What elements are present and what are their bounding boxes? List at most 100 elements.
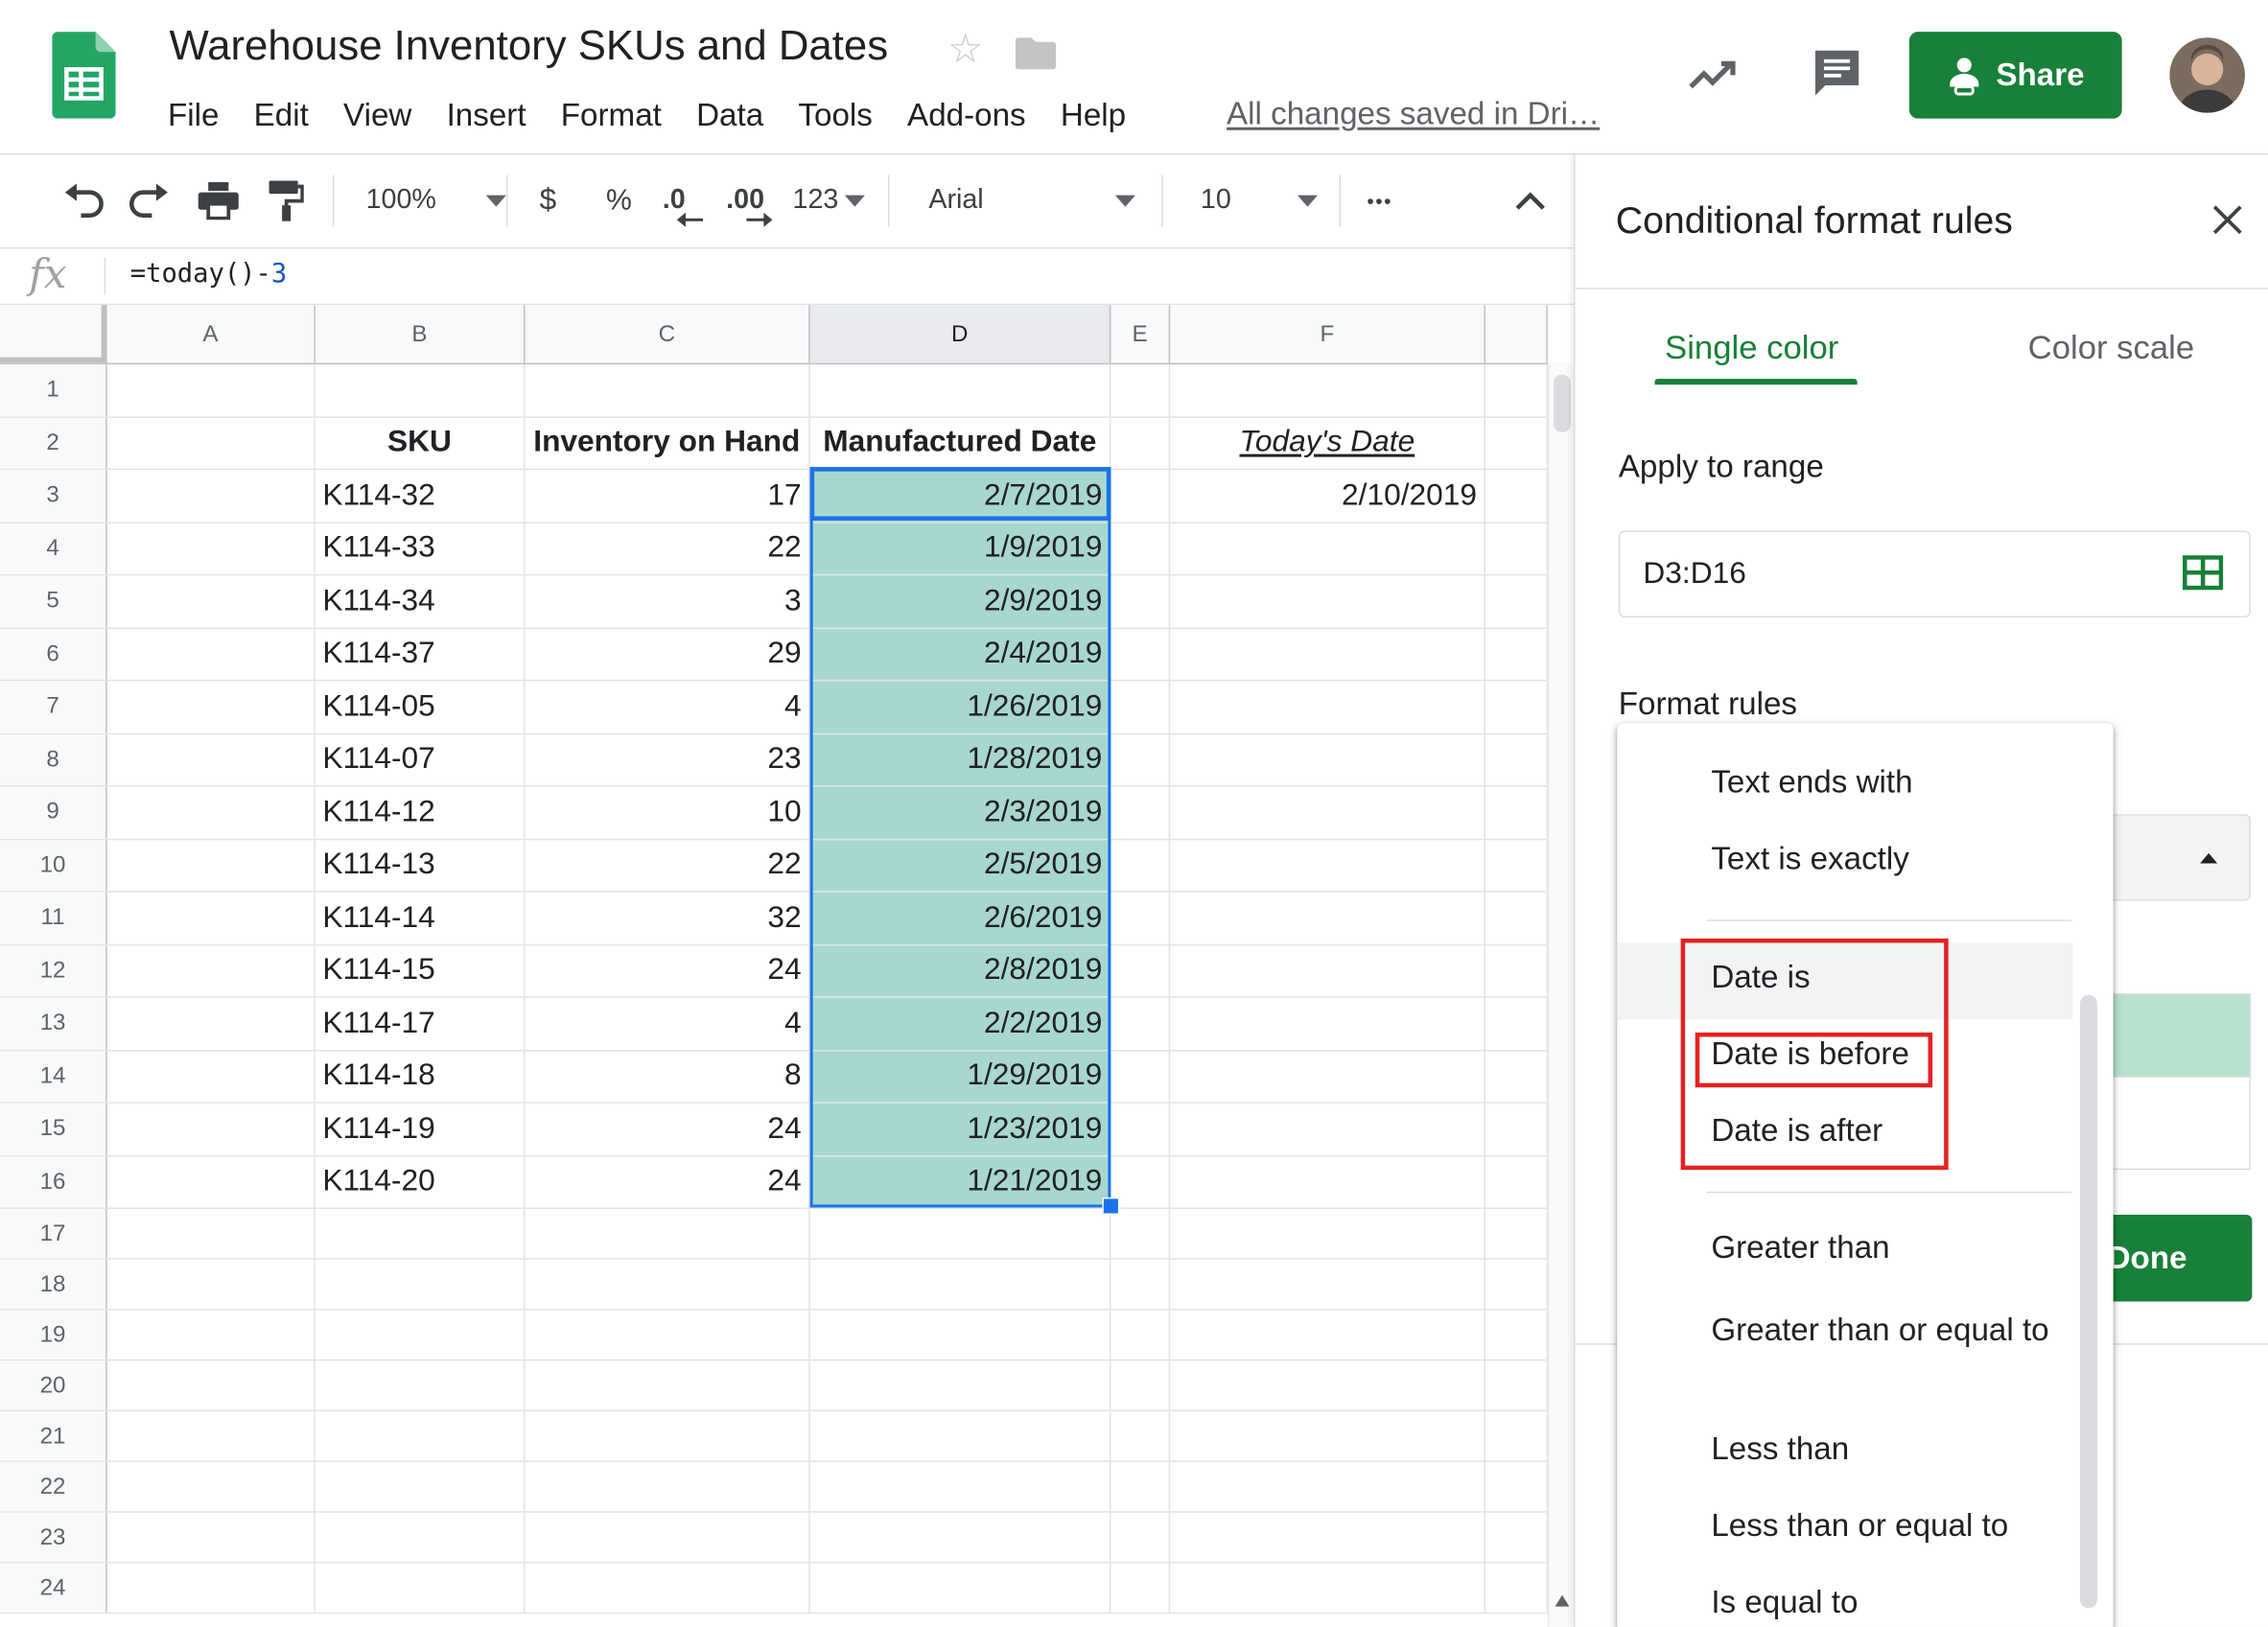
cell-c15[interactable]: 24 — [526, 1103, 810, 1155]
cell-a7[interactable] — [107, 681, 316, 732]
cell-e15[interactable] — [1111, 1103, 1171, 1155]
select-range-grid-icon[interactable] — [2183, 555, 2224, 597]
cell-f16[interactable] — [1170, 1155, 1486, 1208]
column-header-d[interactable]: D — [809, 305, 1111, 363]
cell-a21[interactable] — [107, 1411, 316, 1461]
cell-g10[interactable] — [1485, 839, 1548, 892]
cell-f22[interactable] — [1170, 1461, 1486, 1512]
folder-icon[interactable] — [1015, 37, 1057, 77]
cell-a24[interactable] — [107, 1563, 316, 1613]
cell-c9[interactable]: 10 — [526, 786, 810, 839]
column-header-b[interactable]: B — [316, 305, 526, 363]
cell-c10[interactable]: 22 — [526, 839, 810, 892]
dropdown-scrollbar[interactable] — [2079, 994, 2098, 1609]
cell-g8[interactable] — [1485, 733, 1548, 786]
cell-g24[interactable] — [1485, 1563, 1548, 1613]
cell-c21[interactable] — [526, 1411, 810, 1461]
option-greater-than-or-equal[interactable]: Greater than or equal to — [1617, 1306, 2050, 1354]
cell-e4[interactable] — [1111, 523, 1171, 574]
cell-d23[interactable] — [810, 1512, 1111, 1562]
save-status-link[interactable]: All changes saved in Dri… — [1227, 96, 1600, 133]
done-button[interactable]: Done — [2110, 1214, 2253, 1302]
cell-g2[interactable] — [1485, 417, 1548, 469]
user-avatar[interactable] — [2169, 37, 2245, 113]
cell-a4[interactable] — [107, 523, 316, 574]
column-header-c[interactable]: C — [526, 305, 810, 363]
cell-b5[interactable]: K114-34 — [316, 575, 526, 627]
comment-icon[interactable] — [1811, 46, 1862, 105]
cell-d1[interactable] — [810, 364, 1111, 416]
cell-b17[interactable] — [316, 1208, 526, 1259]
menu-help[interactable]: Help — [1061, 97, 1126, 134]
row-header[interactable]: 16 — [0, 1155, 107, 1208]
collapse-toolbar-icon[interactable] — [1514, 154, 1546, 247]
row-header[interactable]: 18 — [0, 1259, 107, 1310]
cell-b23[interactable] — [316, 1512, 526, 1562]
cell-a23[interactable] — [107, 1512, 316, 1562]
cell-e20[interactable] — [1111, 1360, 1171, 1410]
cell-c22[interactable] — [526, 1461, 810, 1512]
format-style-preview[interactable] — [2110, 993, 2251, 1078]
cell-f12[interactable] — [1170, 944, 1486, 997]
cell-b24[interactable] — [316, 1563, 526, 1613]
option-less-than-or-equal[interactable]: Less than or equal to — [1617, 1507, 2072, 1545]
cell-a2[interactable] — [107, 417, 316, 469]
option-text-is-exactly[interactable]: Text is exactly — [1617, 840, 2072, 877]
cell-f18[interactable] — [1170, 1259, 1486, 1310]
cell-a3[interactable] — [107, 470, 316, 522]
tab-color-scale[interactable]: Color scale — [2028, 328, 2195, 367]
row-header[interactable]: 7 — [0, 681, 107, 732]
cell-b9[interactable]: K114-12 — [316, 786, 526, 839]
cell-d16[interactable]: 1/21/2019 — [809, 1155, 1111, 1208]
cell-e23[interactable] — [1111, 1512, 1171, 1562]
cell-b12[interactable]: K114-15 — [316, 944, 526, 997]
zoom-select[interactable]: 100% — [366, 154, 506, 247]
cell-f9[interactable] — [1170, 786, 1486, 839]
cell-a12[interactable] — [107, 944, 316, 997]
decrease-decimals-button[interactable]: .0 — [663, 154, 704, 247]
row-header[interactable]: 21 — [0, 1411, 107, 1461]
cell-d21[interactable] — [810, 1411, 1111, 1461]
cell-a1[interactable] — [107, 364, 316, 416]
cell-g6[interactable] — [1485, 628, 1548, 680]
cell-b3[interactable]: K114-32 — [316, 470, 526, 522]
option-date-is[interactable]: Date is — [1617, 959, 2072, 996]
menu-tools[interactable]: Tools — [798, 97, 872, 134]
tab-single-color[interactable]: Single color — [1665, 328, 1838, 367]
cell-c4[interactable]: 22 — [526, 523, 810, 574]
cell-g19[interactable] — [1485, 1310, 1548, 1360]
cell-c8[interactable]: 23 — [526, 733, 810, 786]
cell-g17[interactable] — [1485, 1208, 1548, 1259]
cell-b15[interactable]: K114-19 — [316, 1103, 526, 1155]
cell-c24[interactable] — [526, 1563, 810, 1613]
cell-b1[interactable] — [316, 364, 526, 416]
cell-f23[interactable] — [1170, 1512, 1486, 1562]
cell-a20[interactable] — [107, 1360, 316, 1410]
cell-g1[interactable] — [1485, 364, 1548, 416]
menu-file[interactable]: File — [168, 97, 219, 134]
cell-f3[interactable]: 2/10/2019 — [1170, 470, 1486, 522]
cell-e13[interactable] — [1111, 997, 1171, 1050]
cell-c12[interactable]: 24 — [526, 944, 810, 997]
select-all-corner[interactable] — [0, 305, 107, 363]
cell-c14[interactable]: 8 — [526, 1050, 810, 1103]
cell-a19[interactable] — [107, 1310, 316, 1360]
font-size-select[interactable]: 10 — [1201, 154, 1319, 247]
cell-g3[interactable] — [1485, 470, 1548, 522]
activity-trend-icon[interactable] — [1687, 49, 1739, 108]
row-header[interactable]: 8 — [0, 733, 107, 786]
cell-d8[interactable]: 1/28/2019 — [809, 733, 1111, 786]
cell-d12[interactable]: 2/8/2019 — [809, 944, 1111, 997]
row-header[interactable]: 12 — [0, 944, 107, 997]
cell-a10[interactable] — [107, 839, 316, 892]
cell-f4[interactable] — [1170, 523, 1486, 574]
column-header-e[interactable]: E — [1111, 305, 1171, 363]
menu-format[interactable]: Format — [561, 97, 662, 134]
cell-d2[interactable]: Manufactured Date — [810, 417, 1111, 469]
cell-f10[interactable] — [1170, 839, 1486, 892]
cell-a13[interactable] — [107, 997, 316, 1050]
cell-d24[interactable] — [810, 1563, 1111, 1613]
cell-g7[interactable] — [1485, 681, 1548, 732]
cell-d22[interactable] — [810, 1461, 1111, 1512]
cell-f1[interactable] — [1170, 364, 1486, 416]
